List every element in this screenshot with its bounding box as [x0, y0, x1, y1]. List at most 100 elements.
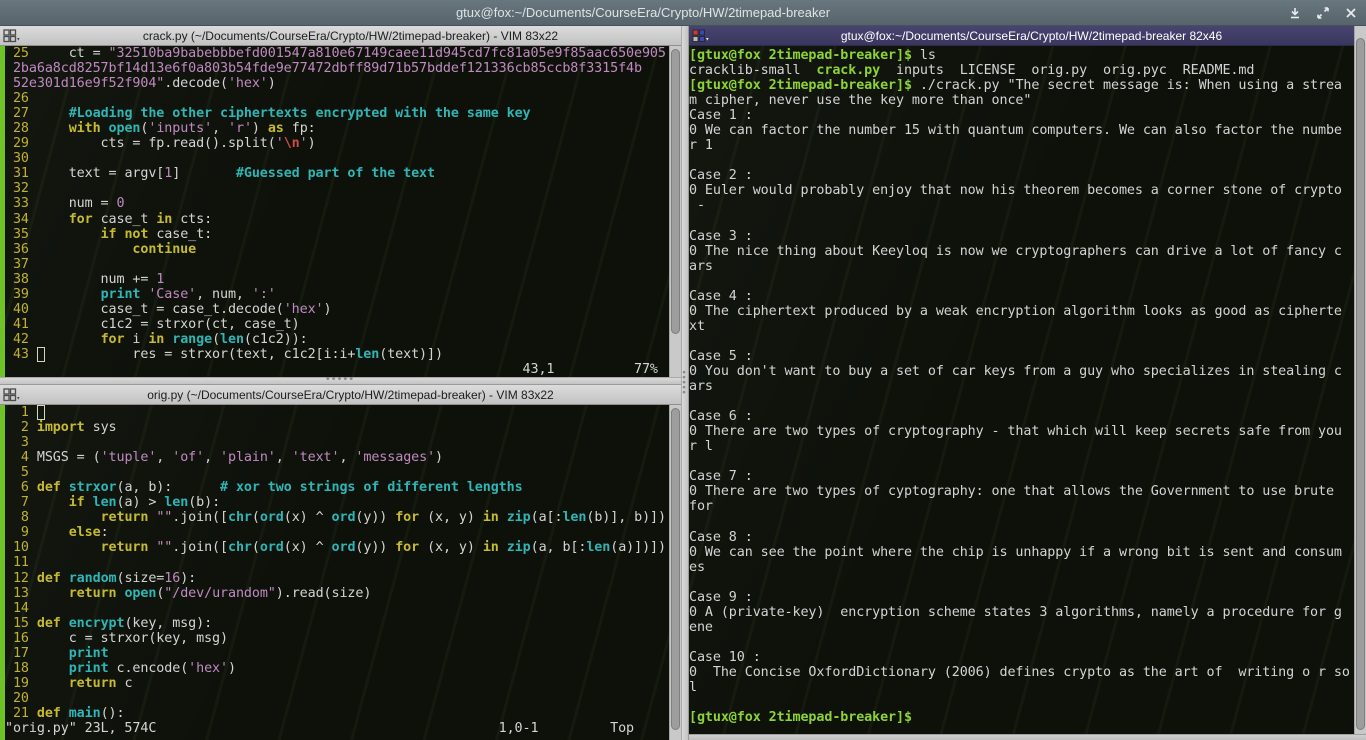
terminal-row: Case 8 : — [689, 530, 1354, 545]
vim-row: 16 c = strxor(key, msg) — [5, 631, 669, 646]
terminal-row — [689, 394, 1354, 409]
terminal-row: for — [689, 499, 1354, 514]
vim-row: 30 — [5, 151, 669, 166]
orig-scrollbar-thumb[interactable] — [671, 408, 680, 730]
terminal-row: [gtux@fox 2timepad-breaker]$ ./crack.py … — [689, 78, 1354, 93]
terminal-row: es — [689, 560, 1354, 575]
terminal-row: cracklib-small crack.py inputs LICENSE o… — [689, 63, 1354, 78]
orig-pane-title: orig.py (~/Documents/CourseEra/Crypto/HW… — [30, 385, 671, 405]
terminal-row: 0 We can see the point where the chip is… — [689, 545, 1354, 560]
window-resize-border[interactable] — [689, 734, 1366, 740]
terminal-row — [689, 695, 1354, 710]
splitter-handle-dots: ••••• — [326, 373, 355, 385]
terminal-row: 0 There are two types of cryptography - … — [689, 424, 1354, 439]
vim-row: 40 case_t = case_t.decode('hex') — [5, 302, 669, 317]
shell-pane-title: gtux@fox:~/Documents/CourseEra/Crypto/HW… — [719, 26, 1344, 46]
vim-row: 18 print c.encode('hex') — [5, 661, 669, 676]
vim-row: 19 return c — [5, 676, 669, 691]
vim-row: 6 def strxor(a, b): # xor two strings of… — [5, 480, 669, 495]
terminator-window: gtux@fox:~/Documents/CourseEra/Crypto/HW… — [0, 0, 1366, 740]
terminal-row: ars — [689, 379, 1354, 394]
vim-row: 52e301d16e9f52f904".decode('hex') — [5, 76, 669, 91]
vim-row: 20 — [5, 691, 669, 706]
orig-buffer[interactable]: 1 2 import sys 3 4 MSGS = ('tuple', 'of'… — [5, 405, 669, 740]
vim-row: 43 res = strxor(text, c1c2[i:i+len(text)… — [5, 347, 669, 362]
minimize-icon[interactable] — [1288, 6, 1302, 20]
vim-row: 17 print — [5, 646, 669, 661]
shell-pane-titlebar[interactable]: gtux@fox:~/Documents/CourseEra/Crypto/HW… — [689, 26, 1354, 46]
terminal-row: Case 4 : — [689, 289, 1354, 304]
vim-row: 12 def random(size=16): — [5, 571, 669, 586]
terminal-row: r l — [689, 439, 1354, 454]
terminal-row: 0 We can factor the number 15 with quant… — [689, 123, 1354, 138]
terminal-row: 0 A (private-key) encryption scheme stat… — [689, 605, 1354, 620]
terminal-row: 0 The Concise OxfordDictionary (2006) de… — [689, 665, 1354, 680]
terminal-row: Case 6 : — [689, 409, 1354, 424]
crack-pane-titlebar[interactable]: crack.py (~/Documents/CourseEra/Crypto/H… — [0, 26, 681, 46]
terminal-row: Case 2 : — [689, 168, 1354, 183]
vim-row: 13 return open("/dev/urandom").read(size… — [5, 586, 669, 601]
terminal-row: 0 Euler would probably enjoy that now hi… — [689, 183, 1354, 198]
vim-row: 26 — [5, 91, 669, 106]
vim-cursor — [37, 347, 45, 362]
vim-row: "orig.py" 23L, 574C 1,0-1 Top — [5, 721, 669, 736]
terminal-row — [689, 334, 1354, 349]
terminal-row: ene — [689, 620, 1354, 635]
splitter-handle-dots: ••••• — [680, 371, 688, 396]
vim-row: 32 — [5, 181, 669, 196]
terminal-row: l — [689, 680, 1354, 695]
maximize-icon[interactable] — [1316, 6, 1330, 20]
terminal-row: Case 3 : — [689, 229, 1354, 244]
vim-row: 3 — [5, 435, 669, 450]
terminal-row: Case 1 : — [689, 108, 1354, 123]
vim-row: 28 with open('inputs', 'r') as fp: — [5, 121, 669, 136]
crack-scrollbar[interactable] — [669, 46, 681, 377]
window-title: gtux@fox:~/Documents/CourseEra/Crypto/HW… — [0, 0, 1286, 26]
terminal-row: - — [689, 198, 1354, 213]
crack-scrollbar-thumb[interactable] — [671, 49, 680, 334]
terminal-row: r 1 — [689, 138, 1354, 153]
terminal-row: 0 The ciphertext produced by a weak encr… — [689, 304, 1354, 319]
vim-row: 10 return "".join([chr(ord(x) ^ ord(y)) … — [5, 540, 669, 555]
terminator-group-icon[interactable] — [3, 388, 23, 402]
terminal-row — [689, 214, 1354, 229]
terminator-group-icon[interactable] — [692, 29, 712, 43]
vim-row: 33 num = 0 — [5, 196, 669, 211]
terminal-row — [689, 635, 1354, 650]
vim-row: 2 import sys — [5, 420, 669, 435]
orig-scrollbar[interactable] — [669, 405, 681, 740]
crack-buffer[interactable]: 25 ct = "32510ba9babebbbefd001547a810e67… — [5, 46, 669, 377]
terminal-row: 0 The nice thing about Keeyloq is now we… — [689, 244, 1354, 259]
shell-scrollbar[interactable] — [1354, 26, 1366, 734]
terminal-row: ars — [689, 259, 1354, 274]
vim-row: 21 def main(): — [5, 706, 669, 721]
vim-row: 29 cts = fp.read().split('\n') — [5, 136, 669, 151]
window-titlebar[interactable]: gtux@fox:~/Documents/CourseEra/Crypto/HW… — [0, 0, 1366, 26]
terminal-row — [689, 153, 1354, 168]
vim-row: 1 — [5, 405, 669, 420]
orig-pane-titlebar[interactable]: orig.py (~/Documents/CourseEra/Crypto/HW… — [0, 385, 681, 405]
close-icon[interactable] — [1344, 6, 1358, 20]
vertical-splitter[interactable]: ••••• — [681, 26, 689, 740]
horizontal-splitter[interactable]: ••••• — [0, 377, 681, 385]
terminal-row — [689, 454, 1354, 469]
shell-buffer[interactable]: [gtux@fox 2timepad-breaker]$ lscracklib-… — [689, 46, 1354, 736]
terminal-row — [689, 274, 1354, 289]
crack-pane-title: crack.py (~/Documents/CourseEra/Crypto/H… — [30, 26, 671, 46]
vim-row: 14 — [5, 601, 669, 616]
vim-row: 36 continue — [5, 242, 669, 257]
terminal-row: 0 You don't want to buy a set of car key… — [689, 364, 1354, 379]
terminator-group-icon[interactable] — [3, 29, 23, 43]
shell-scrollbar-thumb[interactable] — [1356, 38, 1365, 730]
vim-row: 8 return "".join([chr(ord(x) ^ ord(y)) f… — [5, 510, 669, 525]
vim-row: 39 print 'Case', num, ':' — [5, 287, 669, 302]
vim-row: 41 c1c2 = strxor(ct, case_t) — [5, 317, 669, 332]
vim-row: 34 for case_t in cts: — [5, 212, 669, 227]
terminal-row: Case 9 : — [689, 590, 1354, 605]
terminal-row: [gtux@fox 2timepad-breaker]$ ls — [689, 48, 1354, 63]
terminal-row: Case 7 : — [689, 469, 1354, 484]
window-controls — [1288, 0, 1358, 26]
vim-row: 5 — [5, 465, 669, 480]
vim-row: 38 num += 1 — [5, 272, 669, 287]
terminal-row: Case 10 : — [689, 650, 1354, 665]
